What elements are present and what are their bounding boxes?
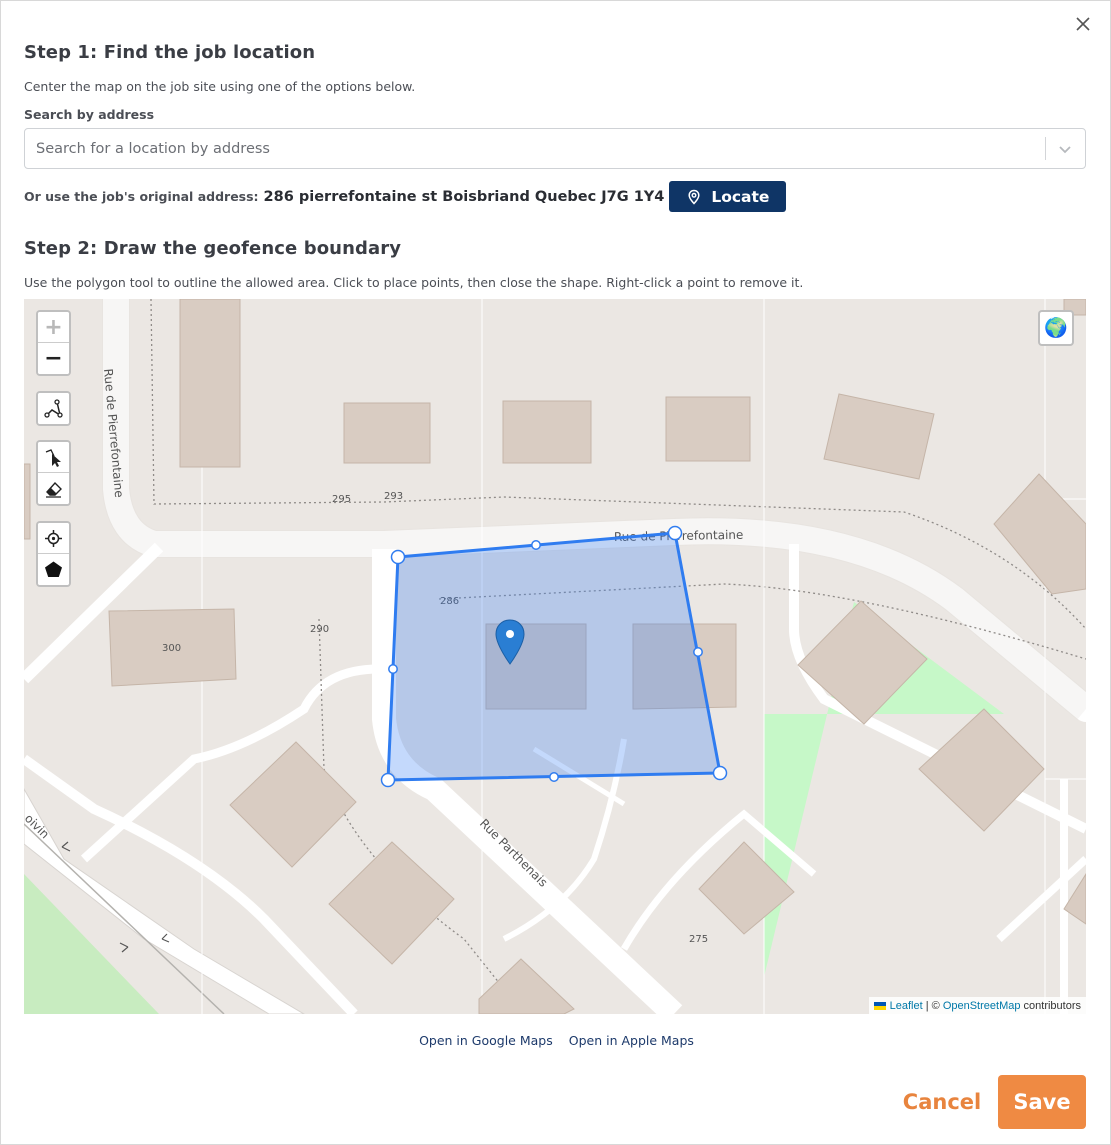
globe-icon[interactable]: 🌍	[1038, 310, 1074, 346]
map-attribution: Leaflet | © OpenStreetMap contributors	[868, 997, 1086, 1014]
step2-description: Use the polygon tool to outline the allo…	[24, 275, 804, 290]
osm-link[interactable]: OpenStreetMap	[943, 1000, 1021, 1012]
zoom-control: + −	[36, 310, 71, 376]
original-address-row: Or use the job's original address: 286 p…	[24, 181, 787, 212]
ukraine-flag-icon	[873, 1001, 886, 1010]
step2-title: Step 2: Draw the geofence boundary	[24, 238, 402, 259]
zoom-in-button[interactable]: +	[38, 312, 69, 343]
map-pin-icon	[688, 189, 700, 205]
house-number: 295	[332, 494, 351, 505]
eraser-icon[interactable]	[38, 473, 69, 504]
address-search[interactable]	[24, 128, 1086, 169]
search-label: Search by address	[24, 107, 155, 122]
house-number: 275	[689, 934, 708, 945]
map[interactable]: Rue de Pierrefontaine Rue de Pierrefonta…	[24, 299, 1086, 1014]
locate-button[interactable]: Locate	[669, 181, 787, 212]
locate-label: Locate	[711, 187, 770, 206]
house-number: 300	[162, 643, 181, 654]
original-address: 286 pierrefontaine st Boisbriand Quebec …	[263, 188, 665, 205]
cancel-button[interactable]: Cancel	[897, 1075, 987, 1129]
step1-description: Center the map on the job site using one…	[24, 79, 416, 94]
draw-toolbar	[36, 391, 71, 426]
edit-pointer-icon[interactable]	[38, 442, 69, 473]
save-button[interactable]: Save	[998, 1075, 1086, 1129]
house-number: 290	[310, 624, 329, 635]
polyline-tool-icon[interactable]	[38, 393, 69, 424]
original-address-label: Or use the job's original address:	[24, 189, 259, 204]
step1-title: Step 1: Find the job location	[24, 42, 316, 63]
chevron-down-icon[interactable]	[1055, 139, 1075, 159]
address-search-input[interactable]	[36, 129, 1026, 168]
search-separator	[1045, 137, 1046, 160]
close-icon[interactable]	[1073, 14, 1093, 34]
leaflet-link[interactable]: Leaflet	[890, 1000, 923, 1012]
map-tiles: Rue de Pierrefontaine Rue de Pierrefonta…	[24, 299, 1086, 1014]
crosshair-icon[interactable]	[38, 523, 69, 554]
house-number: 293	[384, 491, 403, 502]
edit-toolbar	[36, 440, 71, 506]
zoom-out-button[interactable]: −	[38, 343, 69, 374]
geofence-polygon[interactable]	[386, 531, 722, 782]
attribution-separator: | ©	[922, 999, 943, 1012]
external-map-links: Open in Google Maps Open in Apple Maps	[1, 1033, 1111, 1048]
google-maps-link[interactable]: Open in Google Maps	[419, 1033, 553, 1048]
geofence-dialog: Step 1: Find the job location Center the…	[0, 0, 1111, 1145]
shape-toolbar	[36, 521, 71, 587]
pentagon-icon[interactable]	[38, 554, 69, 585]
attribution-suffix: contributors	[1020, 999, 1081, 1012]
apple-maps-link[interactable]: Open in Apple Maps	[569, 1033, 694, 1048]
